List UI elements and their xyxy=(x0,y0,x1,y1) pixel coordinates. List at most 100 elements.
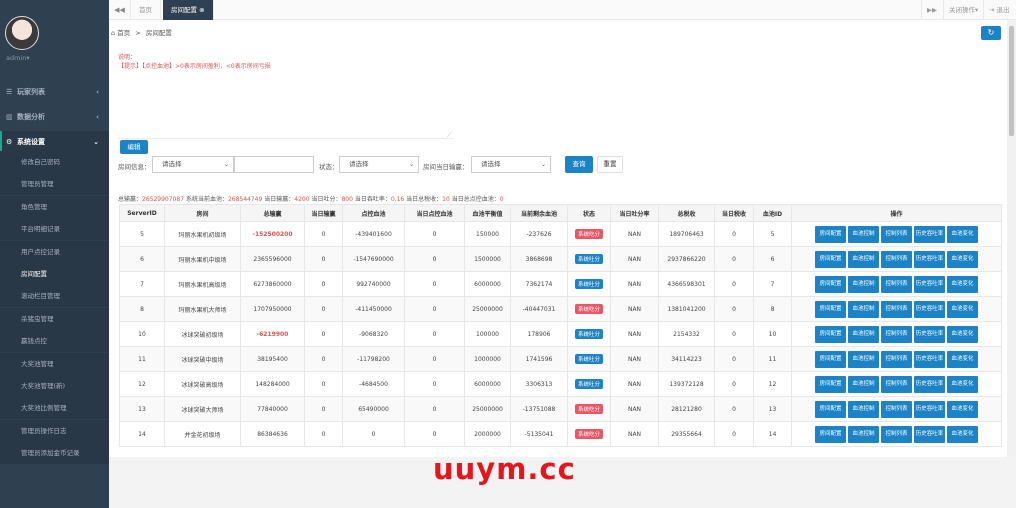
menu-system-settings[interactable]: ⚙ 系统设置 ⌄ xyxy=(0,131,109,153)
room-info-select[interactable]: 请选择 ⌄ xyxy=(152,156,234,173)
sidebar-subitem[interactable]: 管理员管理 xyxy=(0,173,109,196)
reset-button[interactable]: 重置 xyxy=(597,156,623,173)
op-button[interactable]: 血池变化 xyxy=(947,250,978,268)
query-button[interactable]: 查询 xyxy=(565,156,593,173)
tab-scroll-left-button[interactable]: ◀◀ xyxy=(109,0,131,20)
resize-handle-icon[interactable]: ⟋ xyxy=(447,132,451,140)
cell-value: 3868698 xyxy=(525,255,553,263)
op-button[interactable]: 历史吞吐率 xyxy=(914,375,945,393)
op-button[interactable]: 血池控制 xyxy=(848,400,879,418)
column-header: 总输赢 xyxy=(240,204,305,222)
op-button[interactable]: 控制列表 xyxy=(881,375,912,393)
op-button[interactable]: 房间配置 xyxy=(815,375,846,393)
op-button[interactable]: 控制列表 xyxy=(881,350,912,368)
user-name: admin xyxy=(6,54,27,62)
op-button[interactable]: 房间配置 xyxy=(815,400,846,418)
op-button[interactable]: 历史吞吐率 xyxy=(914,400,945,418)
op-button[interactable]: 历史吞吐率 xyxy=(914,425,945,443)
op-button[interactable]: 血池变化 xyxy=(947,350,978,368)
op-button[interactable]: 历史吞吐率 xyxy=(914,225,945,243)
op-button[interactable]: 房间配置 xyxy=(815,225,846,243)
op-button[interactable]: 血池变化 xyxy=(947,425,978,443)
table-row: 10 冰球突破初级场 -6219900 0 -9068320 0 100000 178906 系… xyxy=(119,321,1002,347)
sidebar-subitem[interactable]: 杀猪虫管理 xyxy=(0,307,109,330)
op-button[interactable]: 控制列表 xyxy=(881,300,912,318)
tab-home[interactable]: 首页 xyxy=(131,0,161,20)
tab-room-config[interactable]: 房间配置 ⊗ xyxy=(163,0,214,20)
sidebar-subitem[interactable]: 赢钱点控 xyxy=(0,330,109,353)
op-button[interactable]: 血池变化 xyxy=(947,225,978,243)
op-button[interactable]: 血池变化 xyxy=(947,325,978,343)
op-button[interactable]: 房间配置 xyxy=(815,275,846,293)
op-button[interactable]: 房间配置 xyxy=(815,325,846,343)
sidebar-subitem[interactable]: 房间配置 xyxy=(0,263,109,285)
scrollbar-thumb[interactable] xyxy=(1009,26,1014,136)
op-button[interactable]: 血池控制 xyxy=(848,300,879,318)
cell-rate: NAN xyxy=(610,271,659,297)
avatar[interactable] xyxy=(5,16,39,50)
menu-data-analysis[interactable]: ▥ 数据分析 ‹ xyxy=(0,106,109,128)
op-button[interactable]: 血池控制 xyxy=(848,275,879,293)
cell-pool: 6 xyxy=(753,246,792,272)
cell-value: -5135041 xyxy=(524,430,554,438)
op-button[interactable]: 血池变化 xyxy=(947,275,978,293)
op-button[interactable]: 血池控制 xyxy=(848,325,879,343)
sidebar-subitem[interactable]: 大奖池管理 xyxy=(0,352,109,375)
tab-scroll-right-button[interactable]: ▶▶ xyxy=(921,0,942,20)
sidebar: admin▾ ☰ 玩家列表 ‹ ▥ 数据分析 ‹ ⚙ 系统设置 ⌄ 修改自己密码 管理员管理角… xyxy=(0,0,109,508)
op-button[interactable]: 房间配置 xyxy=(815,300,846,318)
op-button[interactable]: 控制列表 xyxy=(881,425,912,443)
list-icon: ☰ xyxy=(6,88,13,96)
op-button[interactable]: 房间配置 xyxy=(815,425,846,443)
sidebar-subitem[interactable]: 平台明细记录 xyxy=(0,218,109,241)
cell-value: 玛丽水果机高级场 xyxy=(178,281,227,289)
op-button[interactable]: 控制列表 xyxy=(881,400,912,418)
op-button[interactable]: 控制列表 xyxy=(881,325,912,343)
op-button[interactable]: 血池变化 xyxy=(947,400,978,418)
sidebar-subitem[interactable]: 大奖池管理(新) xyxy=(0,375,109,397)
sidebar-subitem[interactable]: 管理员添加金币记录 xyxy=(0,442,109,465)
refresh-button[interactable]: ↻ xyxy=(981,26,1001,40)
sidebar-subitem[interactable]: 修改自己密码 xyxy=(0,151,109,173)
op-button[interactable]: 房间配置 xyxy=(815,250,846,268)
breadcrumb-home[interactable]: 首页 xyxy=(117,29,130,37)
cell-value: 冰球突破中级场 xyxy=(181,356,224,364)
op-button[interactable]: 血池控制 xyxy=(848,375,879,393)
edit-button[interactable]: 编辑 xyxy=(120,140,148,154)
op-button[interactable]: 历史吞吐率 xyxy=(914,350,945,368)
op-button[interactable]: 控制列表 xyxy=(881,225,912,243)
op-button[interactable]: 控制列表 xyxy=(881,275,912,293)
status-select[interactable]: 请选择 ⌄ xyxy=(339,156,419,173)
op-button[interactable]: 血池变化 xyxy=(947,375,978,393)
close-ops-dropdown[interactable]: 关闭操作▾ xyxy=(943,0,983,20)
op-button[interactable]: 历史吞吐率 xyxy=(914,300,945,318)
menu-player-list[interactable]: ☰ 玩家列表 ‹ xyxy=(0,81,109,103)
sidebar-subitem[interactable]: 角色管理 xyxy=(0,195,109,218)
op-button[interactable]: 血池变化 xyxy=(947,300,978,318)
room-search-input[interactable] xyxy=(234,156,314,173)
logout-button[interactable]: ⇥ 退出 xyxy=(983,0,1015,20)
sidebar-subitem[interactable]: 滚动栏目管理 xyxy=(0,285,109,308)
op-button[interactable]: 血池控制 xyxy=(848,250,879,268)
user-menu[interactable]: admin▾ xyxy=(6,54,30,62)
op-button[interactable]: 控制列表 xyxy=(881,250,912,268)
cell-dctrl: 0 xyxy=(404,346,465,372)
blood-label: 系统当前血池： xyxy=(185,196,228,203)
op-button[interactable]: 历史吞吐率 xyxy=(914,275,945,293)
cell-value: 并金花初级场 xyxy=(184,431,221,439)
op-button[interactable]: 血池控制 xyxy=(848,350,879,368)
op-button[interactable]: 历史吞吐率 xyxy=(914,250,945,268)
cell-value: 0 xyxy=(321,355,326,363)
op-button[interactable]: 房间配置 xyxy=(815,350,846,368)
op-button[interactable]: 血池控制 xyxy=(848,425,879,443)
sidebar-subitem[interactable]: 大奖池比例管理 xyxy=(0,397,109,420)
cell-total: 86384636 xyxy=(240,421,305,447)
sidebar-subitem[interactable]: 管理员操作日志 xyxy=(0,419,109,442)
notes-textarea[interactable]: 说明： 【提示】【点控血池】>0表示房间盈利，<0表示房间亏损 xyxy=(118,53,454,139)
op-button[interactable]: 血池控制 xyxy=(848,225,879,243)
close-icon[interactable]: ⊗ xyxy=(199,6,204,14)
sidebar-subitem[interactable]: 用户点控记录 xyxy=(0,240,109,263)
daily-result-select[interactable]: 请选择 ⌄ xyxy=(471,156,551,173)
op-button[interactable]: 历史吞吐率 xyxy=(914,325,945,343)
scrollbar[interactable] xyxy=(1007,20,1016,457)
